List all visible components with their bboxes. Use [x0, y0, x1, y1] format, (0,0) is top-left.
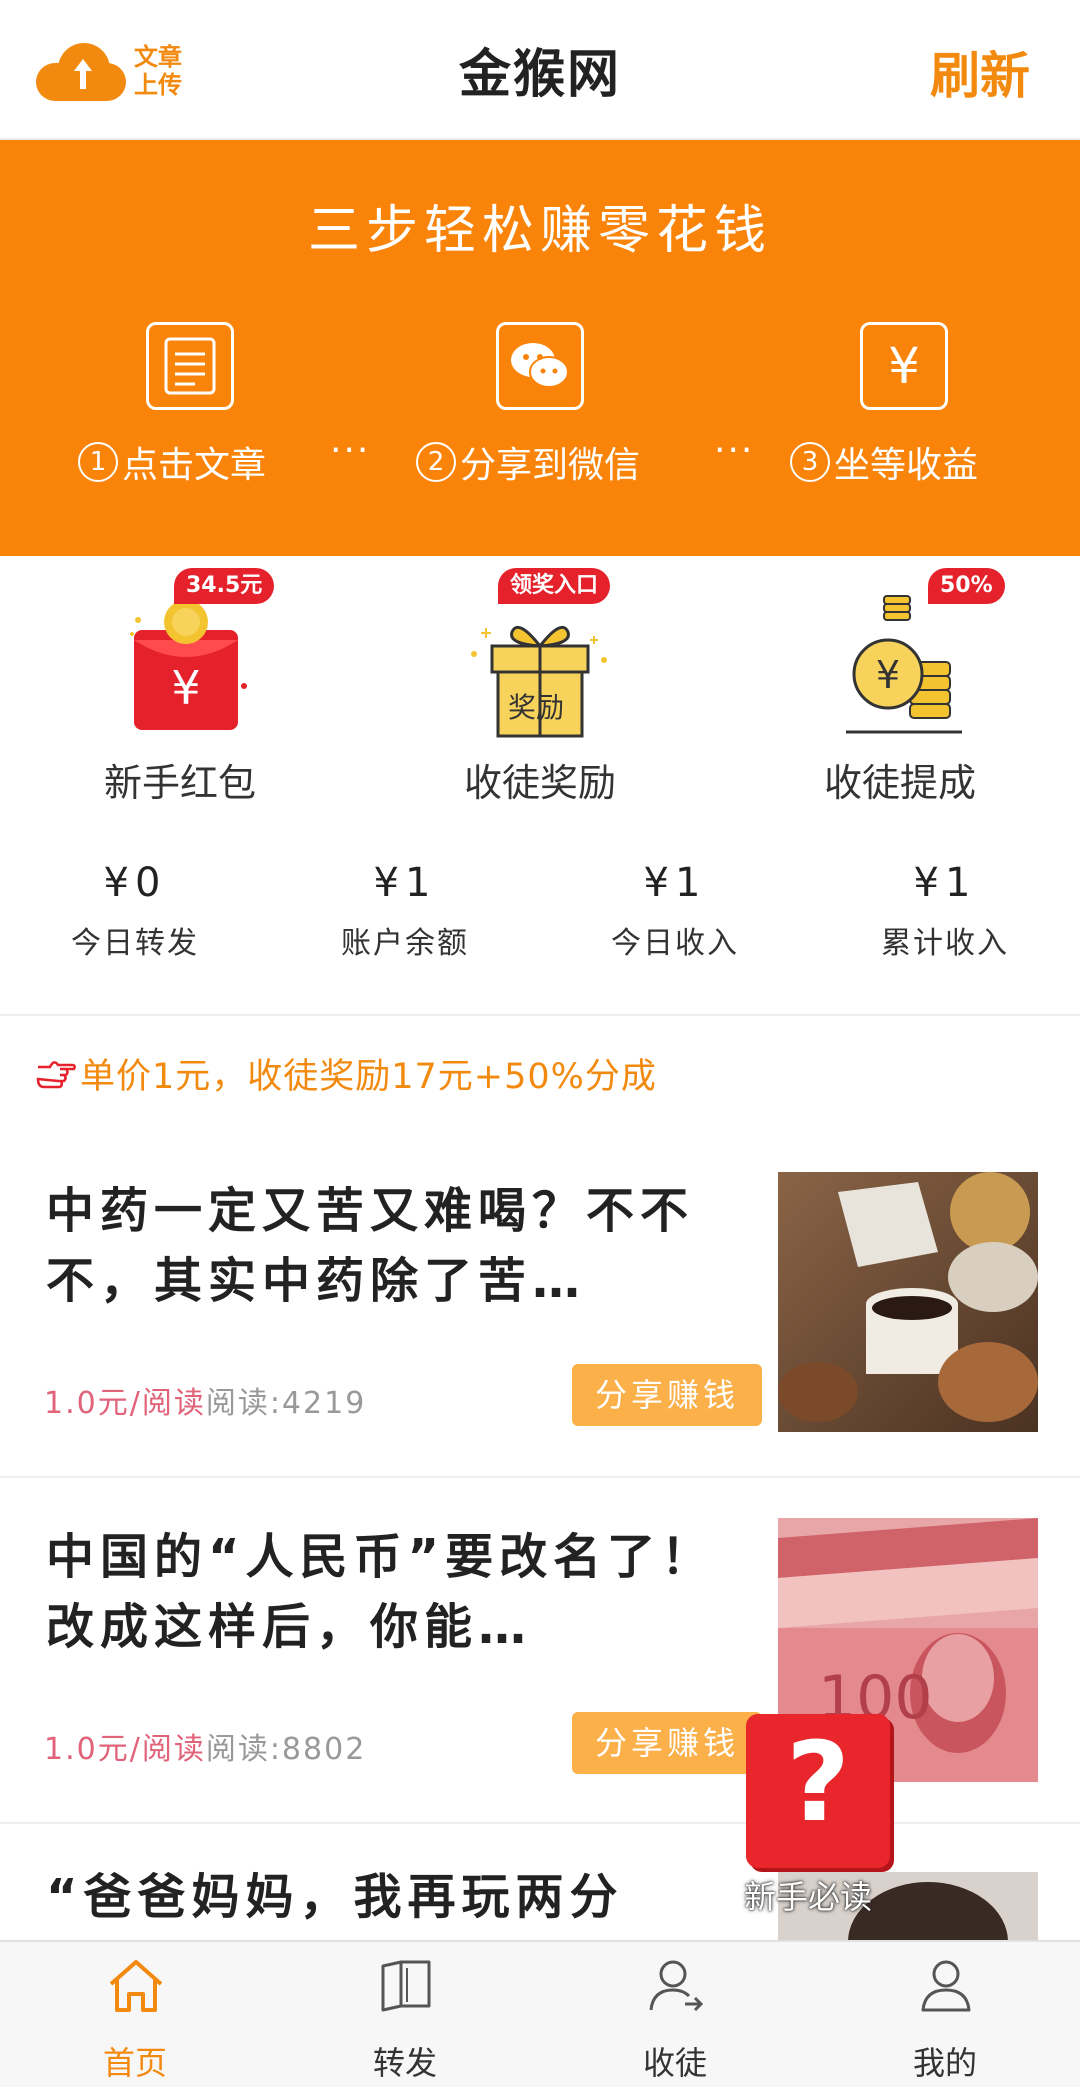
beginner-guide-label: 新手必读 [744, 1878, 873, 1916]
share-earn-button[interactable]: 分享赚钱 [572, 1712, 762, 1774]
book-icon [381, 1960, 431, 2012]
red-envelope-icon: ¥ [130, 600, 247, 730]
stat-today-income: ¥1 今日收入 [611, 860, 739, 961]
feature-label: 收徒奖励 [463, 761, 616, 805]
promo-text: 单价1元，收徒奖励17元+50%分成 [80, 1057, 657, 1097]
beginner-guide-button[interactable]: ? [746, 1714, 890, 1868]
wechat-icon [496, 322, 584, 410]
pointing-hand-icon [36, 1060, 76, 1088]
feature-label: 新手红包 [103, 761, 256, 805]
article-title: 中药一定又苦又难喝？不不不，其实中药除了苦… [46, 1183, 695, 1309]
upload-label: 文章上传 [134, 43, 182, 99]
user-share-icon [649, 1960, 704, 2012]
divider [0, 1822, 1080, 1824]
yuan-icon: ¥ [860, 322, 948, 410]
new-user-red-envelope[interactable]: ¥ 34.5元 新手红包 [0, 556, 360, 814]
article-thumbnail [778, 1172, 1038, 1432]
step-3-label: 3 坐等收益 [790, 436, 978, 488]
nav-forward[interactable]: 转发 [270, 1942, 540, 2087]
bottom-nav: 首页 转发 收徒 我的 [0, 1940, 1080, 2087]
article-card[interactable]: “爸爸妈妈，我再玩两分 [0, 1852, 1080, 1940]
article-meta: 1.0元/阅读阅读:4219 [44, 1386, 367, 1421]
nav-apprentice[interactable]: 收徒 [540, 1942, 810, 2087]
reward-entry-badge: 领奖入口 [498, 568, 611, 604]
article-title: 中国的“人民币”要改名了！改成这样后，你能… [46, 1529, 716, 1655]
top-bar: 文章上传 金猴网 刷新 [0, 0, 1080, 140]
red-envelope-badge: 34.5元 [174, 568, 275, 604]
article-card[interactable]: 中国的“人民币”要改名了！改成这样后，你能… 1.0元/阅读阅读:8802 分享… [0, 1506, 1080, 1822]
stat-today-shares: ¥0 今日转发 [71, 860, 199, 961]
banner-title: 三步轻松赚零花钱 [307, 201, 772, 261]
step-separator: ··· [714, 430, 755, 471]
commission-badge: 50% [928, 568, 1005, 604]
article-meta: 1.0元/阅读阅读:8802 [44, 1732, 367, 1767]
question-mark-icon: ? [786, 1718, 850, 1846]
divider [0, 1014, 1080, 1016]
step-2-label: 2 分享到微信 [416, 436, 640, 488]
promo-line: 单价1元，收徒奖励17元+50%分成 [36, 1048, 657, 1099]
profile-icon [921, 1960, 971, 2012]
upload-article-button[interactable]: 文章上传 [36, 40, 196, 102]
article-title: “爸爸妈妈，我再玩两分 [46, 1869, 624, 1925]
share-earn-button[interactable]: 分享赚钱 [572, 1364, 762, 1426]
gift-box-text: 奖励 [508, 691, 565, 724]
cloud-upload-icon [36, 41, 126, 101]
svg-text:¥: ¥ [876, 653, 900, 697]
refresh-button[interactable]: 刷新 [930, 36, 1030, 108]
nav-mine[interactable]: 我的 [810, 1942, 1080, 2087]
step-separator: ··· [330, 430, 371, 471]
stat-account-balance: ¥1 账户余额 [341, 860, 469, 961]
article-list-icon [146, 322, 234, 410]
home-icon [109, 1960, 163, 2012]
divider [0, 1476, 1080, 1478]
svg-text:¥: ¥ [171, 661, 200, 715]
article-card[interactable]: 中药一定又苦又难喝？不不不，其实中药除了苦… 1.0元/阅读阅读:4219 分享… [0, 1160, 1080, 1476]
three-steps-banner: 三步轻松赚零花钱 ¥ 1 点击文章 ··· 2 分享到微信 ··· 3 坐等收益 [0, 140, 1080, 556]
stat-total-income: ¥1 累计收入 [881, 860, 1009, 961]
apprentice-reward[interactable]: 奖励 领奖入口 收徒奖励 [360, 556, 720, 814]
feature-label: 收徒提成 [823, 761, 976, 805]
step-1-label: 1 点击文章 [78, 436, 266, 488]
apprentice-commission[interactable]: ¥ 50% 收徒提成 [720, 556, 1080, 814]
coin-stack-icon: ¥ [846, 595, 962, 734]
nav-home[interactable]: 首页 [0, 1942, 270, 2087]
